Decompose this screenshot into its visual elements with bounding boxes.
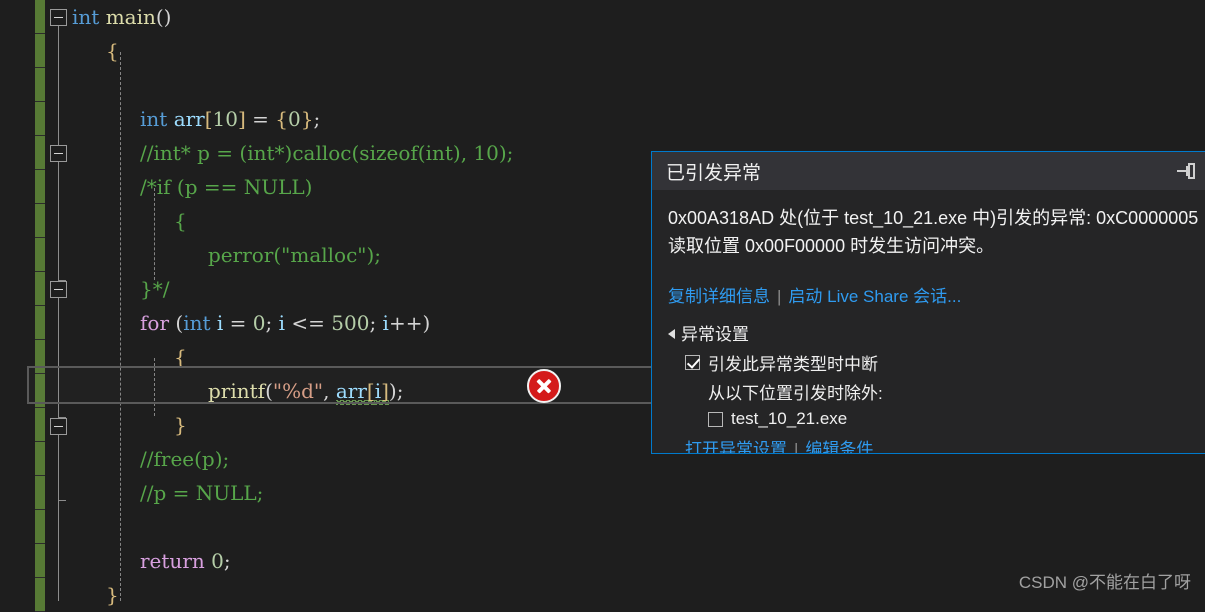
exception-message-line-2: 读取位置 0x00F00000 时发生访问冲突。 [668, 236, 995, 256]
open-exception-settings-link[interactable]: 打开异常设置 [685, 440, 787, 453]
code-token: } [174, 413, 187, 437]
exception-settings-header[interactable]: 异常设置 [668, 320, 1205, 345]
code-token: //free(p); [140, 447, 230, 471]
change-bar [35, 0, 45, 612]
change-bar-segment [35, 204, 45, 238]
change-bar-segment [35, 442, 45, 476]
exception-message-line-1: 0x00A318AD 处(位于 test_10_21.exe 中)引发的异常: … [668, 208, 1199, 228]
editor-left-gutter [0, 0, 35, 601]
code-token: main [105, 5, 156, 29]
dialog-action-links: 复制详细信息 | 启动 Live Share 会话... [668, 282, 1205, 307]
except-when-thrown-from-label: 从以下位置引发时除外: [708, 384, 883, 403]
code-token: <= [285, 311, 332, 335]
change-bar-segment [35, 102, 45, 136]
change-bar-segment [35, 306, 45, 340]
code-token: 0 [252, 311, 266, 335]
change-bar-segment [35, 0, 45, 34]
code-token: ++) [388, 311, 431, 335]
code-line[interactable] [45, 510, 1205, 544]
change-bar-segment [35, 476, 45, 510]
code-token: [ [204, 107, 213, 131]
csdn-watermark: CSDN @不能在白了呀 [1018, 573, 1191, 592]
change-bar-segment [35, 68, 45, 102]
code-token: int [183, 311, 211, 335]
pin-icon[interactable] [1174, 159, 1198, 183]
link-separator-2: | [794, 440, 799, 454]
code-token: perror("malloc"); [208, 243, 382, 267]
code-token: int [72, 5, 100, 29]
code-token: { [106, 39, 119, 63]
code-token: //p = NULL; [140, 481, 264, 505]
code-token: ] [238, 107, 246, 131]
code-token: ; [313, 107, 321, 131]
code-token: { [275, 107, 289, 131]
change-bar-segment [35, 408, 45, 442]
copy-details-link[interactable]: 复制详细信息 [668, 287, 770, 306]
code-token: = [245, 107, 276, 131]
module-exclusion-checkbox[interactable] [708, 411, 723, 427]
module-exclusion-label: test_10_21.exe [731, 409, 848, 428]
code-token: return [140, 549, 205, 573]
change-bar-segment [35, 136, 45, 170]
code-token: int [140, 107, 168, 131]
break-when-thrown-row[interactable]: 引发此异常类型时中断 [668, 350, 1205, 375]
code-token: }*/ [140, 277, 170, 301]
code-token: ; [369, 311, 383, 335]
code-line[interactable]: //p = NULL; [45, 476, 1205, 510]
change-bar-segment [35, 510, 45, 544]
dialog-body: 0x00A318AD 处(位于 test_10_21.exe 中)引发的异常: … [652, 190, 1205, 454]
change-bar-segment [35, 238, 45, 272]
code-token: arr [173, 107, 205, 131]
change-bar-segment [35, 170, 45, 204]
code-token: for [140, 311, 170, 335]
code-token: 0 [288, 107, 301, 131]
code-token: 10 [212, 107, 238, 131]
exception-settings-section: 异常设置 引发此异常类型时中断 从以下位置引发时除外: test_10_21.e… [668, 320, 1205, 454]
code-token: ( [169, 311, 184, 335]
link-separator-1: | [777, 287, 782, 306]
code-line[interactable]: { [45, 34, 1205, 68]
dialog-title: 已引发异常 [666, 162, 762, 184]
code-line[interactable]: int arr[10] = {0}; [45, 102, 1205, 136]
code-line[interactable]: int main() [45, 0, 1205, 34]
break-when-thrown-label: 引发此异常类型时中断 [708, 355, 878, 374]
code-token: 500 [331, 311, 370, 335]
start-live-share-link[interactable]: 启动 Live Share 会话... [788, 287, 961, 306]
code-token: /*if (p == NULL) [140, 175, 313, 199]
code-token: 0 [211, 549, 224, 573]
exception-thrown-dialog[interactable]: 已引发异常 0x00A318AD 处(位于 test_10_21.exe 中)引… [651, 151, 1205, 454]
module-exclusion-row[interactable]: test_10_21.exe [668, 409, 1205, 429]
change-bar-segment [35, 34, 45, 68]
error-circle-x-icon[interactable] [527, 369, 561, 403]
code-token: } [106, 583, 119, 607]
change-bar-segment [35, 578, 45, 612]
code-token: ; [265, 311, 279, 335]
break-when-thrown-checkbox[interactable] [685, 355, 700, 370]
change-bar-segment [35, 544, 45, 578]
triangle-expander-icon[interactable] [668, 328, 675, 339]
code-token: = [223, 311, 253, 335]
exception-settings-label: 异常设置 [681, 325, 749, 344]
code-token: ; [223, 549, 231, 573]
change-bar-segment [35, 272, 45, 306]
code-line[interactable] [45, 68, 1205, 102]
code-token: } [300, 107, 314, 131]
code-token: { [174, 209, 187, 233]
edit-conditions-link[interactable]: 编辑条件 [805, 440, 873, 453]
code-token: //int* p = (int*)calloc(sizeof(int), 10)… [140, 141, 514, 165]
dialog-title-bar: 已引发异常 [652, 152, 1205, 190]
code-token: () [155, 5, 172, 29]
settings-bottom-links: 打开异常设置 | 编辑条件 [668, 435, 1205, 454]
